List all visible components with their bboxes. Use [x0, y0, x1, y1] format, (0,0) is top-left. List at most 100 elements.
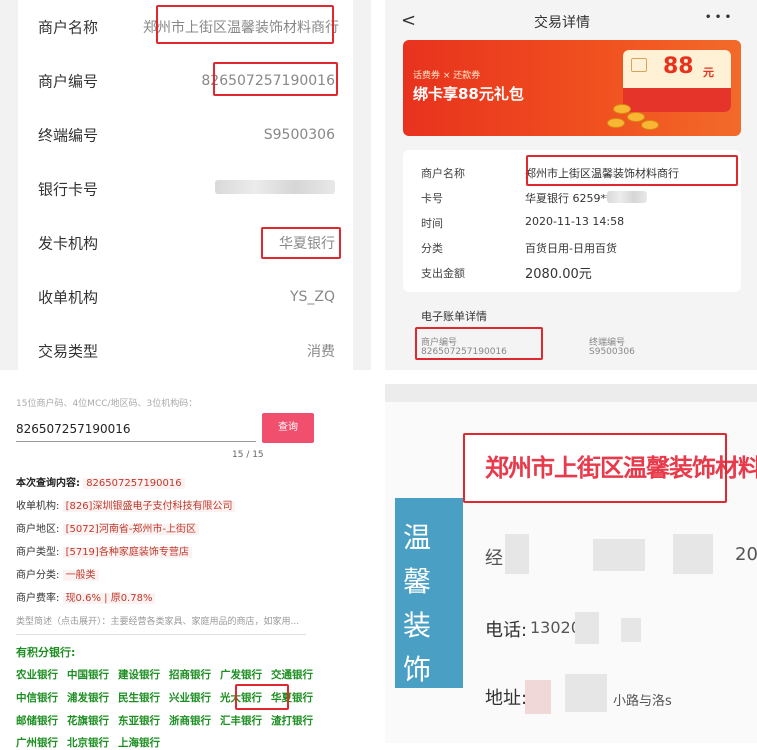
bank-link[interactable]: 邮储银行 — [16, 715, 58, 727]
bank-link[interactable]: 东亚银行 — [118, 715, 160, 727]
type-description[interactable]: 类型简述（点击展开）：主要经营各类家具、家庭用品的商店，如家用... — [16, 614, 306, 627]
bank-link[interactable]: 中国银行 — [67, 669, 109, 681]
result-row: 收单机构: [826]深圳银盛电子支付科技有限公司 — [16, 495, 236, 518]
banner-title: 绑卡享88元礼包 — [413, 85, 524, 103]
info-row: 分类 百货日用-日用百货 — [421, 237, 731, 259]
terminal-no-value: S9500306 — [263, 127, 335, 143]
merchant-info-panel: 商户名称 郑州市上街区温馨装饰材料商行 商户编号 826507257190016… — [0, 0, 371, 370]
highlight-box — [463, 433, 727, 503]
bank-link[interactable]: 中信银行 — [16, 692, 58, 704]
terminal-value: S9500306 — [589, 347, 635, 357]
trans-type-value: 消费 — [307, 344, 335, 360]
highlight-box — [235, 684, 289, 710]
result-value: 826507257190016 — [83, 478, 185, 489]
side-sign: 温馨装饰 — [395, 498, 463, 688]
highlight-box — [213, 62, 338, 96]
side-sign-text: 温馨装饰 — [403, 521, 432, 686]
row-terminal-no: 终端编号 S9500306 — [38, 108, 335, 162]
bank-link[interactable]: 民生银行 — [118, 692, 160, 704]
row-card-no: 银行卡号 — [38, 162, 335, 216]
bank-link[interactable]: 招商银行 — [169, 669, 211, 681]
phone-label: 电话: — [485, 620, 528, 641]
result-value: [5072]河南省-郑州市-上街区 — [62, 524, 200, 535]
ebill-title: 电子账单详情 — [421, 310, 487, 323]
banner-amount: 88 — [663, 54, 694, 79]
result-row: 商户类型: [5719]各种家庭装饰专营店 — [16, 541, 235, 564]
label: 商户类型: — [16, 547, 60, 558]
banner-subtitle: 话费券 × 还款券 — [413, 71, 481, 81]
transaction-detail-panel: < 交易详情 • • • 话费券 × 还款券 绑卡享88元礼包 88 元 商户名… — [385, 0, 757, 370]
mcc-query-panel: 15位商户码、4位MCC/地区码、3位机构码： 826507257190016 … — [0, 384, 371, 749]
card-no-blurred — [215, 180, 335, 198]
info-row: 卡号 华夏银行 6259*** — [421, 187, 731, 209]
label: 收单机构 — [38, 288, 99, 307]
storefront-photo-panel: 郑州市上街区温馨装饰材料商行 温馨装饰 经 20 电话: 13020 地址: 小… — [385, 384, 757, 743]
bank-link[interactable]: 北京银行 — [67, 737, 109, 749]
label: 支出金额 — [421, 267, 465, 280]
result-value: 一般类 — [62, 570, 99, 581]
char-counter: 15 / 15 — [232, 450, 264, 460]
bank-link[interactable]: 上海银行 — [118, 737, 160, 749]
label: 分类 — [421, 242, 443, 255]
bank-link[interactable]: 花旗银行 — [67, 715, 109, 727]
amount-value: 2080.00元 — [525, 267, 592, 282]
query-hint: 15位商户码、4位MCC/地区码、3位机构码： — [16, 399, 198, 409]
bank-link[interactable]: 广州银行 — [16, 737, 58, 749]
address-text: 小路与洛s — [613, 694, 672, 709]
result-row: 本次查询内容: 826507257190016 — [16, 472, 235, 495]
info-row: 时间 2020-11-13 14:58 — [421, 212, 731, 234]
label: 时间 — [421, 217, 443, 230]
bank-link[interactable]: 广发银行 — [220, 669, 262, 681]
shop-info-text: 经 — [485, 548, 503, 569]
more-icon[interactable]: • • • — [705, 12, 731, 23]
bank-link[interactable]: 渣打银行 — [271, 715, 313, 727]
page-title: 交易详情 — [534, 15, 590, 31]
bank-link[interactable]: 兴业银行 — [169, 692, 211, 704]
row-acquirer: 收单机构 YS_ZQ — [38, 270, 335, 324]
label: 卡号 — [421, 192, 443, 205]
query-results: 本次查询内容: 826507257190016 收单机构: [826]深圳银盛电… — [16, 472, 236, 610]
label: 商户地区: — [16, 524, 60, 535]
bank-link[interactable]: 交通银行 — [271, 669, 313, 681]
label: 终端编号 — [38, 126, 99, 145]
highlight-box — [156, 5, 334, 44]
address-label: 地址: — [485, 688, 528, 709]
category-value: 百货日用-日用百货 — [525, 242, 617, 255]
label: 收单机构: — [16, 501, 60, 512]
highlight-box — [526, 155, 738, 186]
phone-value: 13020 — [530, 618, 581, 637]
label: 本次查询内容: — [16, 478, 80, 489]
row-trans-type: 交易类型 消费 — [38, 324, 335, 378]
label: 交易类型 — [38, 342, 99, 361]
shop-info-text: 20 — [735, 544, 757, 565]
result-value: 现0.6% | 原0.78% — [62, 593, 156, 604]
highlight-box — [415, 327, 543, 360]
label: 商户分类: — [16, 570, 60, 581]
bank-link[interactable]: 浦发银行 — [67, 692, 109, 704]
promo-banner[interactable]: 话费券 × 还款券 绑卡享88元礼包 88 元 — [403, 40, 741, 136]
merchant-info-card: 商户名称 郑州市上街区温馨装饰材料商行 商户编号 826507257190016… — [18, 0, 353, 370]
bank-link[interactable]: 农业银行 — [16, 669, 58, 681]
banner-unit: 元 — [703, 66, 714, 79]
time-value: 2020-11-13 14:58 — [525, 215, 625, 228]
label: 发卡机构 — [38, 234, 99, 253]
result-value: [826]深圳银盛电子支付科技有限公司 — [62, 501, 236, 512]
info-row: 支出金额 2080.00元 — [421, 262, 731, 284]
label: 商户名称 — [38, 18, 99, 37]
result-row: 商户地区: [5072]河南省-郑州市-上街区 — [16, 518, 235, 541]
highlight-box — [261, 227, 341, 259]
bank-link[interactable]: 汇丰银行 — [220, 715, 262, 727]
label: 商户费率: — [16, 593, 60, 604]
query-input[interactable]: 826507257190016 — [16, 418, 256, 442]
bank-row: 邮储银行 花旗银行 东亚银行 浙商银行 汇丰银行 渣打银行 — [16, 713, 322, 728]
bank-link[interactable]: 建设银行 — [118, 669, 160, 681]
result-value: [5719]各种家庭装饰专营店 — [62, 547, 192, 558]
bank-link[interactable]: 浙商银行 — [169, 715, 211, 727]
nav-bar: < 交易详情 • • • — [385, 0, 757, 40]
bank-row: 农业银行 中国银行 建设银行 招商银行 广发银行 交通银行 — [16, 667, 322, 682]
points-title: 有积分银行: — [16, 646, 76, 659]
label: 商户名称 — [421, 167, 465, 180]
back-button[interactable]: < — [401, 10, 416, 31]
label: 商户编号 — [38, 72, 99, 91]
query-button[interactable]: 查询 — [262, 413, 314, 443]
